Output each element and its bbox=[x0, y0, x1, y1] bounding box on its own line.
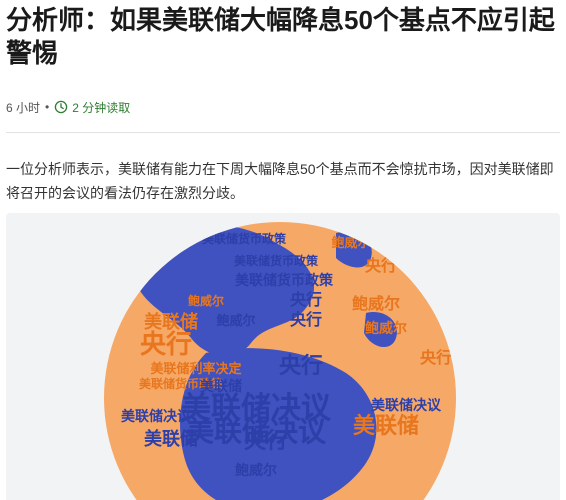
clock-icon bbox=[54, 100, 68, 114]
word-cloud-word: 鲍威尔 bbox=[216, 313, 255, 329]
article-page: 分析师：如果美联储大幅降息50个基点不应引起警惕 6 小时 • 2 分钟读取 一… bbox=[0, 0, 566, 500]
word-cloud-word: 鲍威尔 bbox=[365, 320, 407, 337]
article-meta: 6 小时 • 2 分钟读取 bbox=[6, 98, 130, 116]
word-cloud-word: 央行 bbox=[420, 348, 452, 367]
word-cloud-word: 美联储 bbox=[353, 413, 419, 439]
word-cloud-word: 央行 bbox=[290, 310, 322, 329]
meta-separator: • bbox=[45, 100, 50, 114]
word-cloud-image[interactable]: 美联储货币政策 鲍威尔 美联储货币政策 央行 美联储货币政策 央行 鲍威尔 鲍威尔 鲍威尔 美联储… bbox=[6, 213, 560, 500]
word-cloud-word: 鲍威尔 bbox=[331, 235, 370, 251]
word-cloud-word: 美联储货币政策 bbox=[235, 272, 334, 289]
word-cloud-word: 央行 bbox=[290, 290, 322, 309]
word-cloud-word: 央行 bbox=[279, 353, 323, 379]
divider bbox=[6, 132, 560, 133]
article-lede: 一位分析师表示，美联储有能力在下周大幅降息50个基点而不会惊扰市场，因对美联储即… bbox=[6, 161, 554, 201]
word-cloud-word: 美联储利率决定 bbox=[150, 361, 241, 377]
word-cloud-word: 美联储货币政策 bbox=[202, 231, 287, 246]
word-cloud-word: 鲍威尔 bbox=[235, 462, 277, 479]
word-cloud-word: 鲍威尔 bbox=[188, 293, 224, 308]
word-cloud-word: 美联储决议 bbox=[186, 415, 327, 448]
word-cloud-word: 美联储货币政策 bbox=[234, 253, 319, 268]
word-cloud-globe: 美联储货币政策 鲍威尔美联储货币政策 央行美联储货币政策央行鲍威尔 鲍威尔鲍威尔美联储… bbox=[104, 222, 456, 500]
word-cloud-word: 央行 bbox=[140, 329, 192, 360]
word-cloud-word: 美联储决议 bbox=[371, 397, 442, 414]
published-age: 6 小时 bbox=[6, 100, 41, 115]
word-cloud-word: 央行 bbox=[365, 256, 397, 275]
word-cloud-word: 鲍威尔 bbox=[352, 294, 400, 313]
read-time: 2 分钟读取 bbox=[72, 100, 131, 115]
article-title: 分析师：如果美联储大幅降息50个基点不应引起警惕 bbox=[6, 5, 555, 68]
